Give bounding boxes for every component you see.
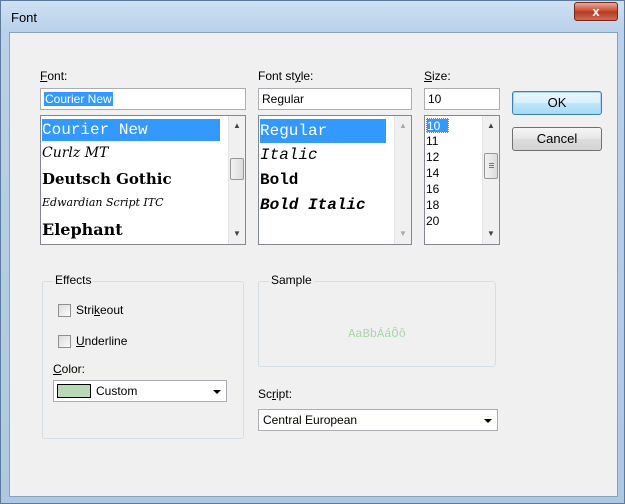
sample-preview-text: AaBbÁáÔô — [348, 327, 406, 341]
list-item[interactable]: 12 — [426, 150, 439, 164]
list-item[interactable]: Deutsch Gothic — [42, 170, 172, 188]
style-list-scrollbar[interactable]: ▲ ▼ — [394, 116, 411, 244]
chevron-down-icon[interactable] — [213, 390, 221, 394]
scroll-up-icon[interactable]: ▲ — [483, 118, 499, 134]
close-button[interactable]: x — [574, 2, 618, 21]
font-style-list[interactable]: Regular Italic Bold Bold Italic ▲ ▼ — [258, 115, 412, 245]
effects-group-title: Effects — [53, 273, 94, 287]
list-item[interactable]: 10 — [426, 118, 449, 133]
font-style-label: Font style: — [258, 69, 314, 83]
window-title: Font — [11, 10, 38, 25]
list-item[interactable]: 16 — [426, 182, 439, 196]
size-list-scrollbar[interactable]: ▲ ▼ — [482, 116, 499, 244]
sample-group-title: Sample — [269, 273, 314, 287]
size-input[interactable]: 10 — [424, 88, 500, 110]
strikeout-label[interactable]: Strikeout — [76, 303, 123, 317]
list-item[interactable]: Courier New — [42, 119, 220, 141]
dialog-client-area: Font: Courier New Courier New Curlz MT D… — [9, 32, 618, 497]
color-swatch — [57, 384, 91, 398]
list-item[interactable]: Elephant — [42, 220, 123, 239]
size-list[interactable]: 10 11 12 14 16 18 20 ▲ ▼ — [424, 115, 500, 245]
list-item[interactable]: 18 — [426, 198, 439, 212]
ok-button[interactable]: OK — [512, 91, 602, 115]
font-list-scrollbar[interactable]: ▲ ▼ — [228, 116, 245, 244]
script-dropdown[interactable]: Central European — [258, 409, 498, 431]
underline-label[interactable]: Underline — [76, 334, 127, 348]
color-dropdown[interactable]: Custom — [53, 380, 227, 402]
color-label: Color: — [53, 362, 86, 376]
effects-group: Effects Strikeout Underline Color: Custo… — [42, 273, 244, 439]
script-label: Script: — [258, 387, 293, 401]
list-item[interactable]: Regular — [260, 119, 386, 143]
font-dialog-window: Font x Font: Courier New Courier New Cur… — [0, 0, 625, 504]
color-value: Custom — [96, 384, 138, 398]
list-item[interactable]: 14 — [426, 166, 439, 180]
list-item[interactable]: 20 — [426, 214, 439, 228]
strikeout-checkbox[interactable] — [58, 304, 71, 317]
scroll-up-icon[interactable]: ▲ — [229, 118, 245, 134]
font-label: Font: — [40, 69, 68, 83]
scroll-thumb[interactable] — [230, 158, 244, 180]
scroll-down-icon[interactable]: ▼ — [395, 226, 411, 242]
underline-checkbox[interactable] — [58, 335, 71, 348]
scroll-thumb[interactable] — [484, 153, 498, 179]
scroll-up-icon[interactable]: ▲ — [395, 118, 411, 134]
chevron-down-icon[interactable] — [484, 419, 492, 423]
scroll-down-icon[interactable]: ▼ — [483, 226, 499, 242]
list-item[interactable]: Bold — [260, 171, 298, 189]
sample-group: Sample AaBbÁáÔô — [258, 273, 496, 367]
list-item[interactable]: Bold Italic — [260, 196, 366, 214]
list-item[interactable]: Edwardian Script ITC — [42, 196, 164, 209]
list-item[interactable]: 11 — [426, 134, 438, 148]
font-style-input[interactable]: Regular — [258, 88, 412, 110]
script-value: Central European — [263, 413, 358, 427]
size-label: Size: — [424, 69, 451, 83]
list-item[interactable]: Curlz MT — [42, 145, 108, 161]
cancel-button[interactable]: Cancel — [512, 127, 602, 151]
scroll-down-icon[interactable]: ▼ — [229, 226, 245, 242]
font-name-list[interactable]: Courier New Curlz MT Deutsch Gothic Edwa… — [40, 115, 246, 245]
list-item[interactable]: Italic — [260, 146, 318, 164]
title-bar[interactable]: Font x — [1, 1, 624, 33]
font-name-input[interactable]: Courier New — [40, 88, 246, 110]
